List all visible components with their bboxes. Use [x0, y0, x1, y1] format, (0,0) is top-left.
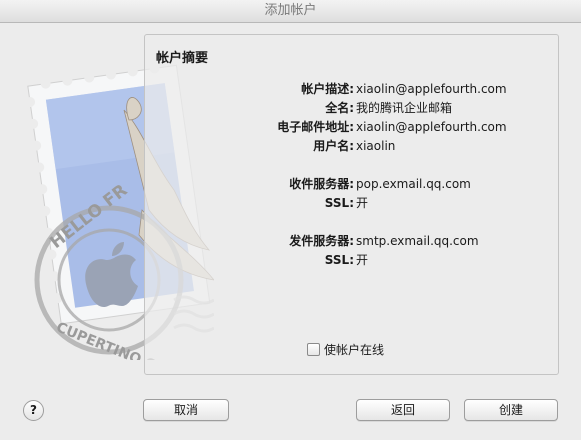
row-value: 开: [356, 253, 369, 267]
account-online-checkbox[interactable]: 使帐户在线: [307, 342, 384, 358]
row-label: 帐户描述:: [301, 82, 354, 96]
row-value: xiaolin@applefourth.com: [356, 82, 507, 96]
row-value: 我的腾讯企业邮箱: [356, 101, 453, 115]
summary-row: 帐户描述: xiaolin@applefourth.com: [145, 80, 558, 98]
row-label: 收件服务器:: [289, 177, 354, 191]
summary-row: 发件服务器: smtp.exmail.qq.com: [145, 232, 558, 250]
summary-row: SSL: 开: [145, 251, 558, 269]
summary-row: 电子邮件地址: xiaolin@applefourth.com: [145, 118, 558, 136]
account-summary-panel: 帐户摘要 帐户描述: xiaolin@applefourth.com 全名: 我…: [144, 34, 559, 375]
summary-row: 全名: 我的腾讯企业邮箱: [145, 99, 558, 117]
row-label: SSL:: [324, 196, 354, 210]
row-value: xiaolin: [356, 139, 396, 153]
window-titlebar: 添加帐户: [0, 0, 581, 23]
row-label: 发件服务器:: [289, 234, 354, 248]
row-value: smtp.exmail.qq.com: [356, 234, 479, 248]
summary-row: 收件服务器: pop.exmail.qq.com: [145, 175, 558, 193]
summary-row: SSL: 开: [145, 194, 558, 212]
window-title: 添加帐户: [264, 3, 317, 18]
row-value: 开: [356, 196, 369, 210]
row-value: pop.exmail.qq.com: [356, 177, 471, 191]
row-label: 电子邮件地址:: [277, 120, 354, 134]
help-button[interactable]: ?: [23, 400, 44, 421]
cancel-button[interactable]: 取消: [143, 399, 229, 421]
checkbox-label: 使帐户在线: [324, 343, 385, 357]
back-button[interactable]: 返回: [356, 399, 450, 421]
panel-title: 帐户摘要: [156, 51, 209, 66]
create-button[interactable]: 创建: [464, 399, 558, 421]
checkbox-box[interactable]: [307, 343, 320, 356]
row-label: SSL:: [324, 253, 354, 267]
row-value: xiaolin@applefourth.com: [356, 120, 507, 134]
summary-row: 用户名: xiaolin: [145, 137, 558, 155]
row-label: 全名:: [325, 101, 354, 115]
row-label: 用户名:: [313, 139, 354, 153]
